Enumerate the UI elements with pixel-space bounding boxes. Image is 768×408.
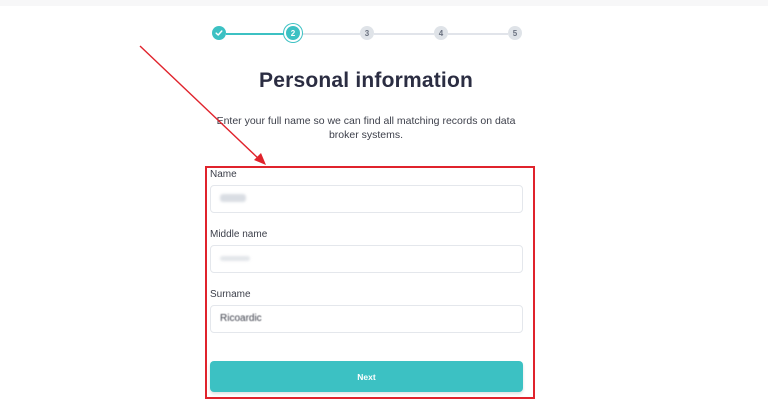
annotation-arrow-icon (139, 45, 266, 165)
